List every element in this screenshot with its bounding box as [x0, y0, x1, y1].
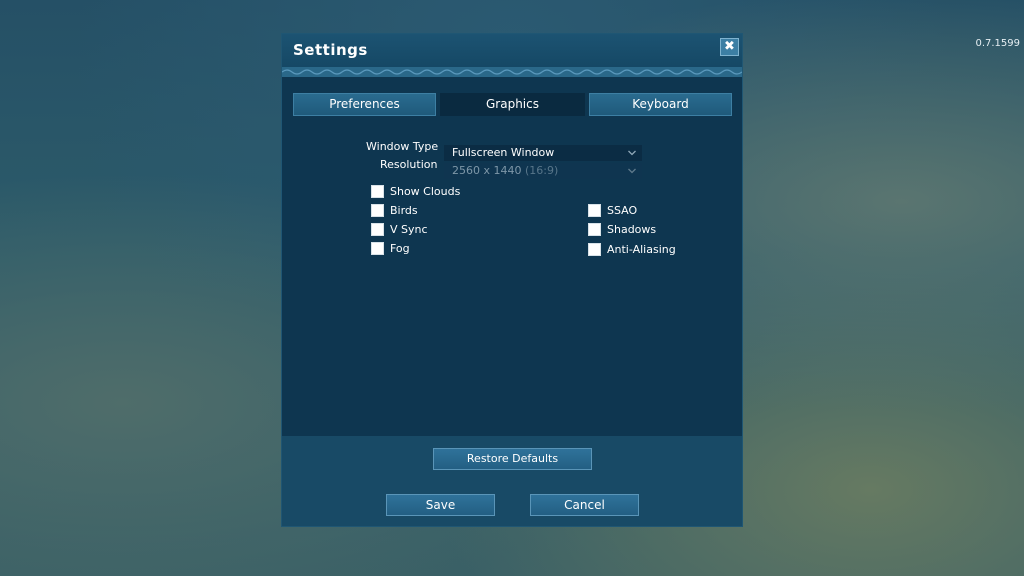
anti-aliasing-label: Anti-Aliasing: [607, 243, 676, 256]
resolution-label: Resolution: [380, 158, 438, 171]
resolution-aspect: (16:9): [525, 164, 559, 177]
shadows-checkbox[interactable]: [588, 223, 601, 236]
show-clouds-checkbox[interactable]: [371, 185, 384, 198]
version-label: 0.7.1599: [975, 38, 1020, 49]
title-bar: Settings ✖: [282, 34, 742, 67]
restore-defaults-button[interactable]: Restore Defaults: [433, 448, 592, 470]
close-icon: ✖: [724, 39, 735, 54]
tab-preferences[interactable]: Preferences: [293, 93, 436, 116]
fog-checkbox[interactable]: [371, 242, 384, 255]
window-type-value: Fullscreen Window: [452, 146, 555, 159]
resolution-dropdown[interactable]: 2560 x 1440 (16:9): [444, 163, 642, 179]
chevron-down-icon: [628, 150, 636, 156]
decorative-wave-border: [282, 67, 742, 77]
settings-dialog: Settings ✖ Preferences Graphics Keyboard…: [281, 33, 743, 527]
chevron-down-icon: [628, 168, 636, 174]
tab-graphics[interactable]: Graphics: [440, 93, 585, 116]
resolution-value: 2560 x 1440: [452, 164, 522, 177]
dialog-footer: Restore Defaults Save Cancel: [282, 436, 742, 526]
fog-label: Fog: [390, 242, 410, 255]
birds-label: Birds: [390, 204, 418, 217]
birds-checkbox[interactable]: [371, 204, 384, 217]
vsync-checkbox[interactable]: [371, 223, 384, 236]
ssao-label: SSAO: [607, 204, 638, 217]
anti-aliasing-checkbox[interactable]: [588, 243, 601, 256]
ssao-checkbox[interactable]: [588, 204, 601, 217]
cancel-button[interactable]: Cancel: [530, 494, 639, 516]
shadows-label: Shadows: [607, 223, 657, 236]
dialog-title: Settings: [293, 41, 368, 59]
close-button[interactable]: ✖: [720, 38, 739, 56]
show-clouds-label: Show Clouds: [390, 185, 461, 198]
settings-tabs: Preferences Graphics Keyboard: [293, 93, 733, 116]
window-type-dropdown[interactable]: Fullscreen Window: [444, 145, 642, 161]
graphics-panel: Window Type Resolution Fullscreen Window…: [282, 116, 742, 436]
tab-keyboard[interactable]: Keyboard: [589, 93, 732, 116]
vsync-label: V Sync: [390, 223, 428, 236]
save-button[interactable]: Save: [386, 494, 495, 516]
window-type-label: Window Type: [366, 140, 439, 153]
